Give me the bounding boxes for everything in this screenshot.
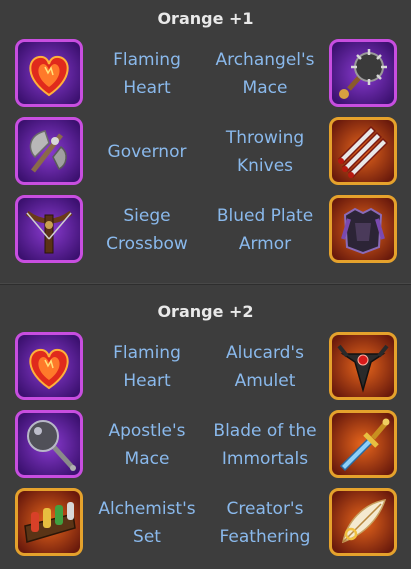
- blued-plate-armor-icon[interactable]: [329, 195, 397, 263]
- item-row: Flaming Heart Alucard's Amulet: [0, 332, 411, 402]
- item-row: Alchemist's Set Creator's Feathering: [0, 488, 411, 558]
- item-row: Governor Throwing Knives: [0, 117, 411, 187]
- blade-of-the-immortals-icon[interactable]: [329, 410, 397, 478]
- item-row: Apostle's Mace Blade of the Immortals: [0, 410, 411, 480]
- item-name: Blued Plate Armor: [216, 206, 314, 254]
- item-row: Flaming Heart Archangel's Mace: [0, 39, 411, 109]
- item-name: Flaming Heart: [113, 343, 181, 391]
- item-row: Siege Crossbow Blued Plate Armor: [0, 195, 411, 265]
- section-title: Orange +1: [157, 9, 254, 28]
- item-name: Governor: [107, 142, 187, 162]
- section-divider: [0, 283, 411, 285]
- alucards-amulet-icon[interactable]: [329, 332, 397, 400]
- section-title: Orange +2: [157, 302, 254, 321]
- item-name: Siege Crossbow: [106, 206, 188, 254]
- archangels-mace-icon[interactable]: [329, 39, 397, 107]
- flaming-heart-icon[interactable]: [15, 39, 83, 107]
- item-name: Throwing Knives: [225, 128, 305, 176]
- item-name: Flaming Heart: [113, 50, 181, 98]
- flaming-heart-icon[interactable]: [15, 332, 83, 400]
- item-name: Alucard's Amulet: [226, 343, 304, 391]
- item-name: Blade of the Immortals: [213, 421, 317, 469]
- item-name: Alchemist's Set: [98, 499, 196, 547]
- item-name: Apostle's Mace: [108, 421, 186, 469]
- item-name: Creator's Feathering: [219, 499, 311, 547]
- throwing-knives-icon[interactable]: [329, 117, 397, 185]
- item-name: Archangel's Mace: [215, 50, 315, 98]
- apostles-mace-icon[interactable]: [15, 410, 83, 478]
- alchemists-set-icon[interactable]: [15, 488, 83, 556]
- creators-feathering-icon[interactable]: [329, 488, 397, 556]
- siege-crossbow-icon[interactable]: [15, 195, 83, 263]
- governor-icon[interactable]: [15, 117, 83, 185]
